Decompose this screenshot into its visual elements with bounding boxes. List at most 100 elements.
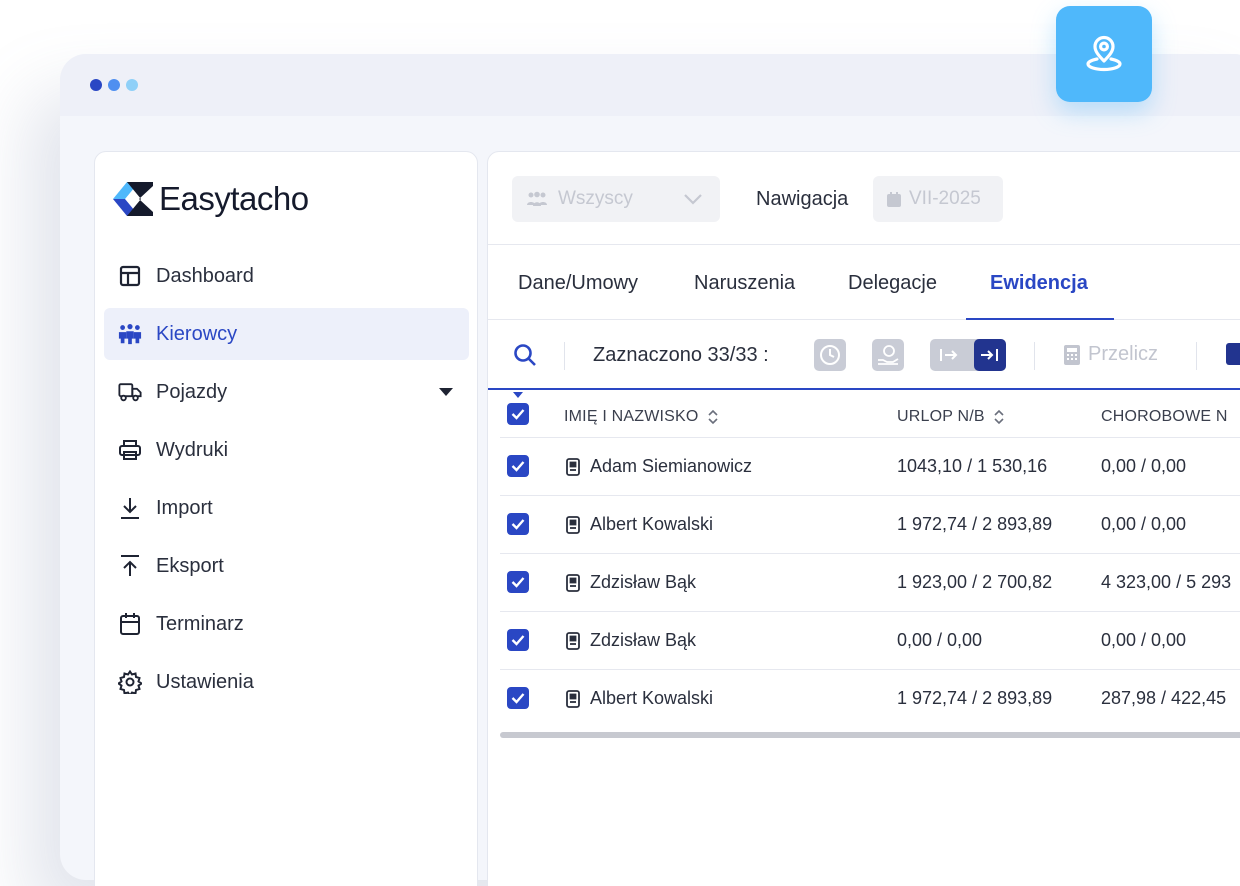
driver-name: Adam Siemianowicz bbox=[590, 456, 753, 476]
group-icon bbox=[527, 191, 547, 206]
check-icon bbox=[511, 519, 525, 530]
table-row[interactable]: Zdzisław Bąk 0,00 / 0,00 0,00 / 0,00 bbox=[500, 612, 1240, 670]
row-checkbox[interactable] bbox=[507, 513, 529, 535]
toolbar-divider bbox=[1196, 342, 1197, 370]
window-dot-2[interactable] bbox=[108, 79, 120, 91]
id-card-icon bbox=[566, 515, 580, 534]
check-icon bbox=[511, 635, 525, 646]
app-logo[interactable]: Easytacho bbox=[113, 180, 309, 218]
id-card-icon bbox=[566, 689, 580, 708]
sidebar-item-ustawienia[interactable]: Ustawienia bbox=[104, 656, 469, 708]
column-header-chorobowe[interactable]: CHOROBOWE N bbox=[1101, 408, 1228, 426]
chorobowe-value: 0,00 / 0,00 bbox=[1101, 630, 1187, 650]
download-icon bbox=[118, 496, 142, 520]
column-header-urlop[interactable]: URLOP N/B bbox=[897, 408, 1005, 426]
sidebar-item-dashboard[interactable]: Dashboard bbox=[104, 250, 469, 302]
row-checkbox[interactable] bbox=[507, 687, 529, 709]
sidebar-item-kierowcy[interactable]: Kierowcy bbox=[104, 308, 469, 360]
column-header-label: URLOP N/B bbox=[897, 408, 985, 425]
table-row[interactable]: Albert Kowalski 1 972,74 / 2 893,89 287,… bbox=[500, 670, 1240, 728]
check-icon bbox=[511, 693, 525, 704]
driver-name-cell[interactable]: Albert Kowalski bbox=[566, 514, 713, 535]
money-hand-icon bbox=[878, 345, 899, 365]
select-all-checkbox[interactable] bbox=[507, 403, 529, 425]
group-select[interactable]: Wszyscy bbox=[512, 176, 720, 222]
driver-name-cell[interactable]: Zdzisław Bąk bbox=[566, 630, 696, 651]
calculator-icon bbox=[1064, 344, 1080, 365]
tab-delegacje[interactable]: Delegacje bbox=[848, 272, 937, 295]
tab-dane-umowy[interactable]: Dane/Umowy bbox=[518, 272, 638, 295]
recalculate-button[interactable]: Przelicz bbox=[1064, 343, 1158, 366]
expand-columns-button[interactable] bbox=[930, 339, 968, 371]
urlop-value: 1043,10 / 1 530,16 bbox=[897, 456, 1048, 476]
sidebar-item-label: Pojazdy bbox=[156, 380, 228, 403]
driver-name: Zdzisław Bąk bbox=[590, 572, 697, 592]
chorobowe-value: 287,98 / 422,45 bbox=[1101, 688, 1227, 708]
urlop-value: 1 972,74 / 2 893,89 bbox=[897, 688, 1053, 708]
sidebar-item-label: Terminarz bbox=[156, 612, 244, 635]
main-panel: Wszyscy Nawigacja VII-2025 Dane/Umowy Na… bbox=[487, 151, 1240, 886]
map-pin-badge[interactable] bbox=[1056, 6, 1152, 102]
check-icon bbox=[511, 461, 525, 472]
tab-naruszenia[interactable]: Naruszenia bbox=[694, 272, 795, 295]
urlop-value: 1 972,74 / 2 893,89 bbox=[897, 514, 1053, 534]
filter-bar: Wszyscy Nawigacja VII-2025 bbox=[488, 152, 1240, 245]
arrow-to-line-icon bbox=[981, 349, 998, 361]
row-checkbox[interactable] bbox=[507, 571, 529, 593]
clock-icon bbox=[820, 345, 840, 365]
users-icon bbox=[118, 322, 142, 346]
selection-count: Zaznaczono 33/33 : bbox=[593, 344, 769, 366]
collapse-columns-button[interactable] bbox=[974, 339, 1006, 371]
drivers-table: IMIĘ I NAZWISKO URLOP N/B CHOROBOWE N Ad… bbox=[500, 390, 1240, 738]
calendar-icon bbox=[118, 612, 142, 636]
window-dots bbox=[90, 79, 138, 91]
table-row[interactable]: Albert Kowalski 1 972,74 / 2 893,89 0,00… bbox=[500, 496, 1240, 554]
column-header-name[interactable]: IMIĘ I NAZWISKO bbox=[564, 408, 719, 426]
window-dot-3[interactable] bbox=[126, 79, 138, 91]
driver-name: Albert Kowalski bbox=[590, 688, 714, 708]
driver-name: Zdzisław Bąk bbox=[590, 630, 697, 650]
clock-button[interactable] bbox=[814, 339, 846, 371]
window-dot-1[interactable] bbox=[90, 79, 102, 91]
layout-icon bbox=[118, 264, 142, 288]
id-card-icon bbox=[566, 631, 580, 650]
sidebar-item-label: Dashboard bbox=[156, 264, 254, 287]
sort-icon bbox=[707, 409, 718, 425]
chorobowe-value: 0,00 / 0,00 bbox=[1101, 456, 1187, 476]
sidebar-item-import[interactable]: Import bbox=[104, 482, 469, 534]
upload-icon bbox=[118, 554, 142, 578]
tab-ewidencja[interactable]: Ewidencja bbox=[990, 272, 1088, 295]
brand-name: Easytacho bbox=[159, 180, 309, 217]
urlop-value: 0,00 / 0,00 bbox=[897, 630, 983, 650]
sort-icon bbox=[994, 409, 1004, 425]
sidebar-item-eksport[interactable]: Eksport bbox=[104, 540, 469, 592]
printer-icon bbox=[118, 438, 142, 462]
row-checkbox[interactable] bbox=[507, 455, 529, 477]
sidebar-item-terminarz[interactable]: Terminarz bbox=[104, 598, 469, 650]
column-header-label: CHOROBOWE N bbox=[1101, 408, 1228, 425]
table-toolbar: Zaznaczono 33/33 : Przelicz bbox=[488, 320, 1240, 390]
map-pin-icon bbox=[1086, 35, 1122, 72]
chevron-down-icon[interactable] bbox=[439, 388, 453, 396]
payment-button[interactable] bbox=[872, 339, 904, 371]
toolbar-overflow-button[interactable] bbox=[1226, 343, 1240, 365]
sidebar: Easytacho Dashboard Kierowcy Pojazdy Wyd… bbox=[94, 151, 478, 886]
table-header: IMIĘ I NAZWISKO URLOP N/B CHOROBOWE N bbox=[500, 390, 1240, 438]
driver-name-cell[interactable]: Adam Siemianowicz bbox=[566, 456, 752, 477]
date-picker[interactable]: VII-2025 bbox=[873, 176, 1003, 222]
driver-name-cell[interactable]: Zdzisław Bąk bbox=[566, 572, 696, 593]
check-icon bbox=[511, 577, 525, 588]
row-checkbox[interactable] bbox=[507, 629, 529, 651]
tab-bar: Dane/Umowy Naruszenia Delegacje Ewidencj… bbox=[488, 246, 1240, 320]
sidebar-item-wydruki[interactable]: Wydruki bbox=[104, 424, 469, 476]
id-card-icon bbox=[566, 573, 580, 592]
driver-name-cell[interactable]: Albert Kowalski bbox=[566, 688, 713, 709]
toolbar-divider bbox=[1034, 342, 1035, 370]
table-row[interactable]: Adam Siemianowicz 1043,10 / 1 530,16 0,0… bbox=[500, 438, 1240, 496]
navigation-label: Nawigacja bbox=[756, 188, 849, 210]
sidebar-item-label: Eksport bbox=[156, 554, 224, 577]
horizontal-scrollbar[interactable] bbox=[500, 732, 1240, 738]
search-icon[interactable] bbox=[512, 342, 538, 373]
table-row[interactable]: Zdzisław Bąk 1 923,00 / 2 700,82 4 323,0… bbox=[500, 554, 1240, 612]
sidebar-item-pojazdy[interactable]: Pojazdy bbox=[104, 366, 469, 418]
